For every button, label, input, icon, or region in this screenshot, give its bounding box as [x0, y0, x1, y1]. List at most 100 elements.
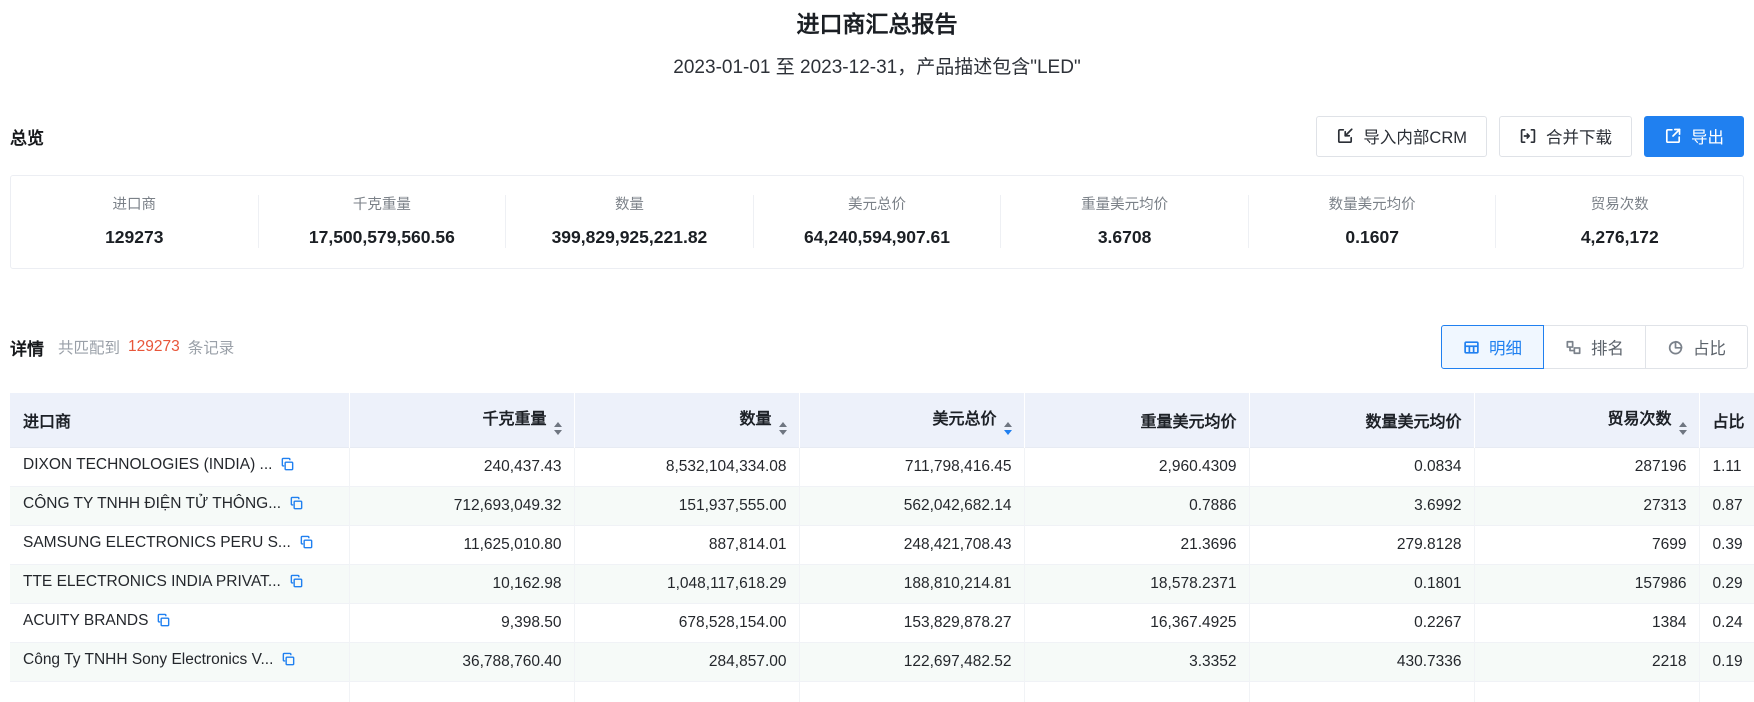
cell-usd-per-weight: 0.7886 — [1023, 486, 1249, 525]
import-crm-button-label: 导入内部CRM — [1363, 129, 1467, 147]
importer-name: TTE ELECTRONICS INDIA PRIVAT... — [23, 573, 281, 591]
col-usd-per-qty: 数量美元均价 — [1248, 393, 1474, 447]
importer-name: DIXON TECHNOLOGIES (INDIA) ... — [23, 456, 273, 474]
cell-usd-per-weight: 2,960.4309 — [1023, 447, 1249, 486]
copy-icon[interactable] — [289, 496, 304, 516]
tab-proportion[interactable]: 占比 — [1645, 325, 1748, 369]
cell-weight: 10,162.98 — [348, 564, 574, 603]
cell-trades: 287196 — [1473, 447, 1699, 486]
cell-trades: 157986 — [1473, 564, 1699, 603]
stat-usd-per-qty: 数量美元均价 0.1607 — [1247, 195, 1496, 248]
cell-share: 0.19 — [1698, 642, 1754, 681]
sort-desc-icon — [1003, 421, 1012, 435]
table-icon — [1463, 339, 1480, 356]
details-section-title: 详情 — [10, 339, 44, 359]
cell-usd-per-weight: 16,367.4925 — [1023, 603, 1249, 642]
cell-usd: 711,798,416.45 — [798, 447, 1024, 486]
cell-qty: 1,048,117,618.29 — [573, 564, 799, 603]
table-row: DIXON TECHNOLOGIES (INDIA) ... 240,437.4… — [10, 447, 1754, 486]
tab-ranking-label: 排名 — [1591, 340, 1624, 358]
stat-usd-per-weight: 重量美元均价 3.6708 — [1000, 195, 1248, 248]
cell-trades: 27313 — [1473, 486, 1699, 525]
cell-qty: 678,528,154.00 — [573, 603, 799, 642]
importer-name: Công Ty TNHH Sony Electronics V... — [23, 651, 274, 669]
cell-usd: 188,810,214.81 — [798, 564, 1024, 603]
stat-trade-count: 贸易次数 4,276,172 — [1495, 195, 1743, 248]
cell-weight: 9,398.50 — [348, 603, 574, 642]
copy-icon[interactable] — [280, 457, 295, 477]
cell-qty: 151,937,555.00 — [573, 486, 799, 525]
cell-usd: 562,042,682.14 — [798, 486, 1024, 525]
cell-usd-per-qty: 0.2267 — [1248, 603, 1474, 642]
sort-icon — [778, 421, 787, 435]
copy-icon[interactable] — [281, 652, 296, 672]
view-mode-tabs: 明细 排名 占比 — [1441, 325, 1748, 369]
export-button[interactable]: 导出 — [1644, 115, 1744, 157]
overview-toolbar: 总览 导入内部CRM 合并下载 导出 — [0, 115, 1754, 157]
col-total-usd[interactable]: 美元总价 — [798, 393, 1024, 447]
stat-label: 数量美元均价 — [1328, 197, 1416, 213]
cell-usd-per-weight: 18,578.2371 — [1023, 564, 1249, 603]
stat-value: 129273 — [105, 227, 164, 247]
cell-trades: 2218 — [1473, 642, 1699, 681]
importer-name: SAMSUNG ELECTRONICS PERU S... — [23, 534, 291, 552]
page-subtitle: 2023-01-01 至 2023-12-31，产品描述包含"LED" — [673, 57, 1081, 78]
stat-label: 贸易次数 — [1590, 197, 1649, 213]
stat-value: 0.1607 — [1345, 227, 1399, 247]
cell-weight: 240,437.43 — [348, 447, 574, 486]
merge-download-button-label: 合并下载 — [1546, 129, 1612, 147]
details-header: 详情 共匹配到 129273 条记录 明细 排名 占比 — [0, 325, 1754, 369]
match-suffix: 条记录 — [187, 340, 235, 357]
cell-usd-per-qty: 0.1801 — [1248, 564, 1474, 603]
export-button-label: 导出 — [1691, 129, 1724, 147]
stat-label: 美元总价 — [848, 197, 907, 213]
cell-share: 0.87 — [1698, 486, 1754, 525]
merge-download-button[interactable]: 合并下载 — [1499, 115, 1632, 157]
tab-ranking[interactable]: 排名 — [1543, 325, 1646, 369]
table-row-partial — [10, 681, 1754, 702]
cell-usd-per-weight: 3.3352 — [1023, 642, 1249, 681]
cell-trades: 1384 — [1473, 603, 1699, 642]
table-row: TTE ELECTRONICS INDIA PRIVAT... 10,162.9… — [10, 564, 1754, 603]
page-title: 进口商汇总报告 — [796, 11, 958, 37]
col-quantity[interactable]: 数量 — [573, 393, 799, 447]
col-share: 占比 — [1698, 393, 1754, 447]
cell-qty: 284,857.00 — [573, 642, 799, 681]
importer-summary-report-page: 进口商汇总报告 2023-01-01 至 2023-12-31，产品描述包含"L… — [0, 0, 1754, 702]
stat-value: 4,276,172 — [1580, 227, 1659, 247]
sort-icon — [553, 421, 562, 435]
stat-total-usd: 美元总价 64,240,594,907.61 — [752, 195, 1001, 248]
cell-weight: 11,625,010.80 — [348, 525, 574, 564]
import-icon — [1336, 127, 1354, 145]
sort-icon — [1678, 421, 1687, 435]
stat-importers: 进口商 129273 — [11, 195, 258, 248]
cell-usd: 153,829,878.27 — [798, 603, 1024, 642]
stat-weight-kg: 千克重量 17,500,579,560.56 — [257, 195, 506, 248]
ranking-icon — [1565, 339, 1582, 356]
stat-value: 3.6708 — [1097, 227, 1152, 247]
cell-usd-per-qty: 279.8128 — [1248, 525, 1474, 564]
col-importer: 进口商 — [10, 393, 349, 447]
import-crm-button[interactable]: 导入内部CRM — [1316, 115, 1487, 157]
cell-share: 0.24 — [1698, 603, 1754, 642]
tab-proportion-label: 占比 — [1693, 340, 1726, 358]
toolbar-buttons: 导入内部CRM 合并下载 导出 — [1316, 115, 1744, 157]
stat-quantity: 数量 399,829,925,221.82 — [505, 195, 753, 248]
stat-label: 数量 — [614, 197, 644, 213]
stat-label: 千克重量 — [352, 197, 411, 213]
copy-icon[interactable] — [289, 574, 304, 594]
col-weight-kg[interactable]: 千克重量 — [348, 393, 574, 447]
col-trade-count[interactable]: 贸易次数 — [1473, 393, 1699, 447]
cell-weight: 36,788,760.40 — [348, 642, 574, 681]
pie-chart-icon — [1667, 339, 1684, 356]
copy-icon[interactable] — [299, 535, 314, 555]
stat-label: 进口商 — [112, 197, 157, 213]
stat-value: 17,500,579,560.56 — [308, 227, 455, 247]
merge-download-icon — [1519, 127, 1537, 145]
table-row: CÔNG TY TNHH ĐIỆN TỬ THÔNG... 712,693,04… — [10, 486, 1754, 525]
cell-share: 0.29 — [1698, 564, 1754, 603]
cell-usd-per-qty: 0.0834 — [1248, 447, 1474, 486]
tab-detail[interactable]: 明细 — [1441, 325, 1544, 369]
copy-icon[interactable] — [156, 613, 171, 633]
cell-usd-per-qty: 430.7336 — [1248, 642, 1474, 681]
